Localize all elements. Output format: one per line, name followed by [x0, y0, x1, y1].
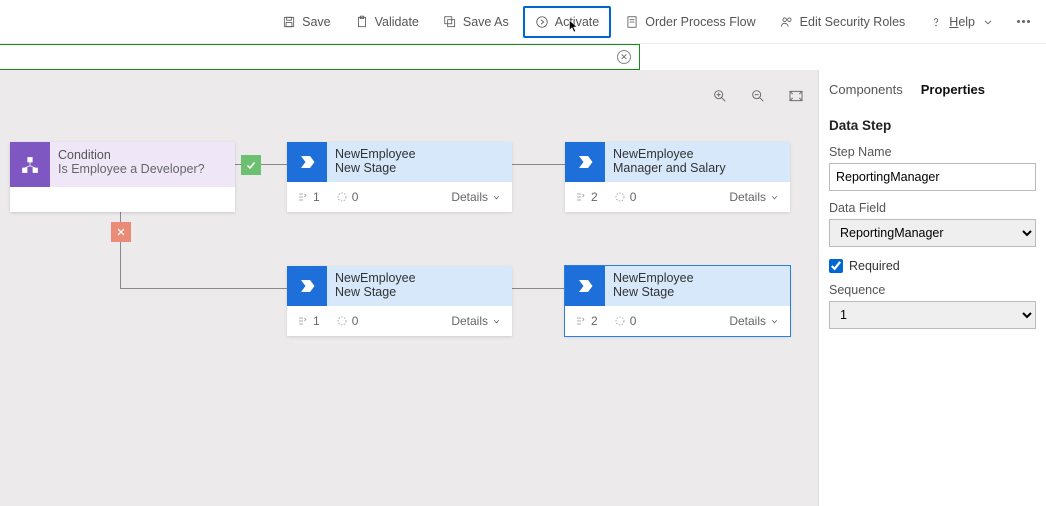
- zoom-out-icon[interactable]: [750, 88, 766, 109]
- stage-subtitle: Manager and Salary: [613, 161, 726, 175]
- chevron-down-icon: [981, 15, 995, 29]
- required-checkbox[interactable]: [829, 259, 843, 273]
- condition-title: Condition: [58, 148, 205, 162]
- help-button[interactable]: Help: [919, 6, 1005, 38]
- help-icon: [929, 15, 943, 29]
- order-icon: [625, 15, 639, 29]
- stage-title: NewEmployee: [613, 147, 726, 161]
- save-as-icon: [443, 15, 457, 29]
- clipboard-icon: [355, 15, 369, 29]
- stage-title: NewEmployee: [335, 271, 416, 285]
- order-process-flow-button[interactable]: Order Process Flow: [615, 6, 765, 38]
- yes-chip: [241, 155, 261, 175]
- stage-title: NewEmployee: [335, 147, 416, 161]
- details-button[interactable]: Details: [451, 190, 502, 204]
- validate-button[interactable]: Validate: [345, 6, 429, 38]
- step-name-input[interactable]: [829, 163, 1036, 191]
- save-as-label: Save As: [463, 15, 509, 29]
- details-button[interactable]: Details: [729, 314, 780, 328]
- edit-security-roles-button[interactable]: Edit Security Roles: [770, 6, 916, 38]
- fit-screen-icon[interactable]: [788, 88, 804, 109]
- save-button[interactable]: Save: [272, 6, 341, 38]
- data-field-label: Data Field: [829, 201, 1036, 215]
- stage-icon: [565, 266, 605, 306]
- stage-node[interactable]: NewEmployee New Stage 1 0 Details: [287, 266, 512, 336]
- close-icon[interactable]: ✕: [617, 50, 631, 64]
- data-field-select[interactable]: ReportingManager: [829, 219, 1036, 247]
- no-chip: [111, 222, 131, 242]
- activate-icon: [535, 15, 549, 29]
- stage-node-selected[interactable]: NewEmployee New Stage 2 0 Details: [565, 266, 790, 336]
- tab-components[interactable]: Components: [829, 76, 903, 103]
- more-button[interactable]: [1009, 20, 1038, 23]
- section-title: Data Step: [829, 118, 1036, 133]
- save-label: Save: [302, 15, 331, 29]
- stage-title: NewEmployee: [613, 271, 694, 285]
- sequence-label: Sequence: [829, 283, 1036, 297]
- zoom-in-icon[interactable]: [712, 88, 728, 109]
- order-label: Order Process Flow: [645, 15, 755, 29]
- condition-subtitle: Is Employee a Developer?: [58, 162, 205, 176]
- sequence-select[interactable]: 1: [829, 301, 1036, 329]
- zoom-controls: [712, 88, 804, 109]
- activate-button[interactable]: Activate: [523, 6, 611, 38]
- security-icon: [780, 15, 794, 29]
- stage-subtitle: New Stage: [335, 161, 416, 175]
- security-label: Edit Security Roles: [800, 15, 906, 29]
- tab-properties[interactable]: Properties: [921, 76, 985, 103]
- details-button[interactable]: Details: [451, 314, 502, 328]
- step-name-label: Step Name: [829, 145, 1036, 159]
- validate-label: Validate: [375, 15, 419, 29]
- details-button[interactable]: Details: [729, 190, 780, 204]
- condition-node[interactable]: Condition Is Employee a Developer?: [10, 142, 235, 212]
- stage-icon: [287, 266, 327, 306]
- required-label: Required: [849, 259, 900, 273]
- stage-subtitle: New Stage: [613, 285, 694, 299]
- stage-icon: [565, 142, 605, 182]
- condition-icon: [10, 142, 50, 187]
- help-label: Help: [949, 15, 975, 29]
- canvas[interactable]: Condition Is Employee a Developer? NewEm…: [0, 70, 818, 506]
- stage-node[interactable]: NewEmployee New Stage 1 0 Details: [287, 142, 512, 212]
- save-as-button[interactable]: Save As: [433, 6, 519, 38]
- save-icon: [282, 15, 296, 29]
- top-toolbar: Save Validate Save As Activate Order Pro…: [0, 0, 1046, 44]
- side-panel: Components Properties Data Step Step Nam…: [818, 70, 1046, 506]
- activate-label: Activate: [555, 15, 599, 29]
- notification-bar: ✕: [0, 44, 640, 70]
- stage-icon: [287, 142, 327, 182]
- stage-subtitle: New Stage: [335, 285, 416, 299]
- stage-node[interactable]: NewEmployee Manager and Salary 2 0 Detai…: [565, 142, 790, 212]
